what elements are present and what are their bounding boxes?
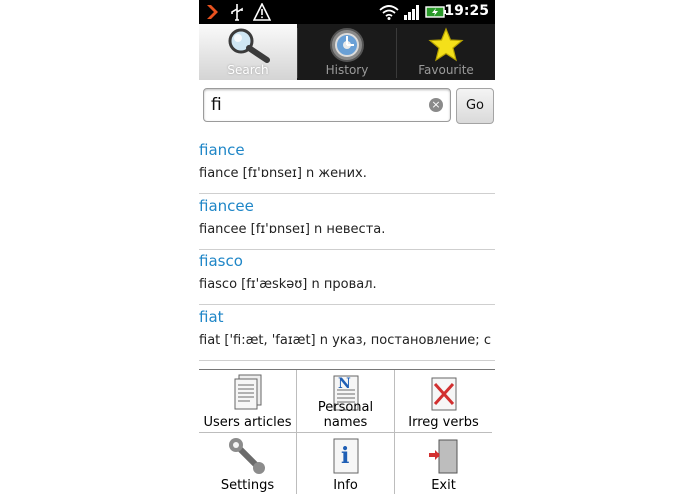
result-word: fiance — [199, 141, 245, 159]
phone-screen: 19:25 Search History Favourite fi × Go f… — [199, 0, 495, 494]
wifi-icon — [379, 3, 399, 25]
list-item[interactable]: fiancee fiancee [fɪ'ɒnseɪ] n невеста. — [199, 193, 495, 250]
menu-item-label: Irreg verbs — [408, 415, 479, 430]
result-word: fiat — [199, 308, 224, 326]
wrench-icon — [228, 437, 268, 481]
result-word: fiasco — [199, 252, 243, 270]
warning-icon — [252, 2, 272, 25]
signal-icon — [403, 3, 421, 25]
usb-icon — [229, 3, 245, 25]
tab-favourite-label: Favourite — [418, 63, 474, 77]
tab-favourite[interactable]: Favourite — [397, 24, 495, 80]
documents-icon — [231, 374, 265, 418]
exit-door-icon — [427, 437, 461, 481]
menu-item-label: Info — [333, 478, 358, 493]
clock: 19:25 — [444, 3, 489, 19]
clock-icon — [327, 27, 367, 67]
result-definition: fiat ['fi:æt, 'faɪæt] n указ, постановле… — [199, 333, 491, 348]
menu-item-personal-names[interactable]: N Personal names — [297, 370, 395, 433]
menu-item-irreg-verbs[interactable]: Irreg verbs — [395, 370, 492, 433]
menu-item-label: Users articles — [203, 415, 292, 430]
cross-document-icon — [427, 374, 461, 418]
menu-item-info[interactable]: i Info — [297, 433, 395, 494]
app-notification-icon — [205, 3, 221, 25]
menu-item-label: Settings — [220, 478, 275, 493]
tab-search[interactable]: Search — [199, 24, 297, 80]
tab-bar: Search History Favourite — [199, 24, 495, 80]
tab-search-label: Search — [227, 63, 269, 77]
result-definition: fiancee [fɪ'ɒnseɪ] n невеста. — [199, 222, 386, 237]
star-icon — [428, 27, 464, 67]
info-icon: i — [329, 437, 363, 481]
options-menu: Users articles N Personal names Irreg ve… — [199, 369, 495, 494]
menu-item-users-articles[interactable]: Users articles — [199, 370, 297, 433]
tab-history[interactable]: History — [298, 24, 396, 80]
menu-item-settings[interactable]: Settings — [199, 433, 297, 494]
menu-item-label: Personal names — [317, 400, 374, 430]
result-definition: fiasco [fɪ'æskəʊ] n провал. — [199, 277, 377, 292]
menu-item-exit[interactable]: Exit — [395, 433, 492, 494]
search-row: fi × Go — [199, 80, 495, 128]
result-definition: fiance [fɪ'ɒnseɪ] n жених. — [199, 166, 367, 181]
search-input[interactable]: fi × — [203, 88, 451, 122]
status-bar: 19:25 — [199, 0, 495, 24]
search-icon — [223, 27, 273, 67]
menu-item-label: Exit — [431, 478, 456, 493]
result-word: fiancee — [199, 197, 254, 215]
list-item[interactable]: fiasco fiasco [fɪ'æskəʊ] n провал. — [199, 248, 495, 305]
svg-text:i: i — [341, 443, 349, 469]
search-input-value: fi — [211, 95, 222, 115]
list-item[interactable]: fiance fiance [fɪ'ɒnseɪ] n жених. — [199, 137, 495, 194]
list-item[interactable]: fiat fiat ['fi:æt, 'faɪæt] n указ, поста… — [199, 304, 495, 361]
tab-history-label: History — [325, 63, 369, 77]
clear-icon[interactable]: × — [429, 98, 443, 112]
svg-text:N: N — [338, 376, 351, 392]
go-button[interactable]: Go — [456, 88, 494, 124]
